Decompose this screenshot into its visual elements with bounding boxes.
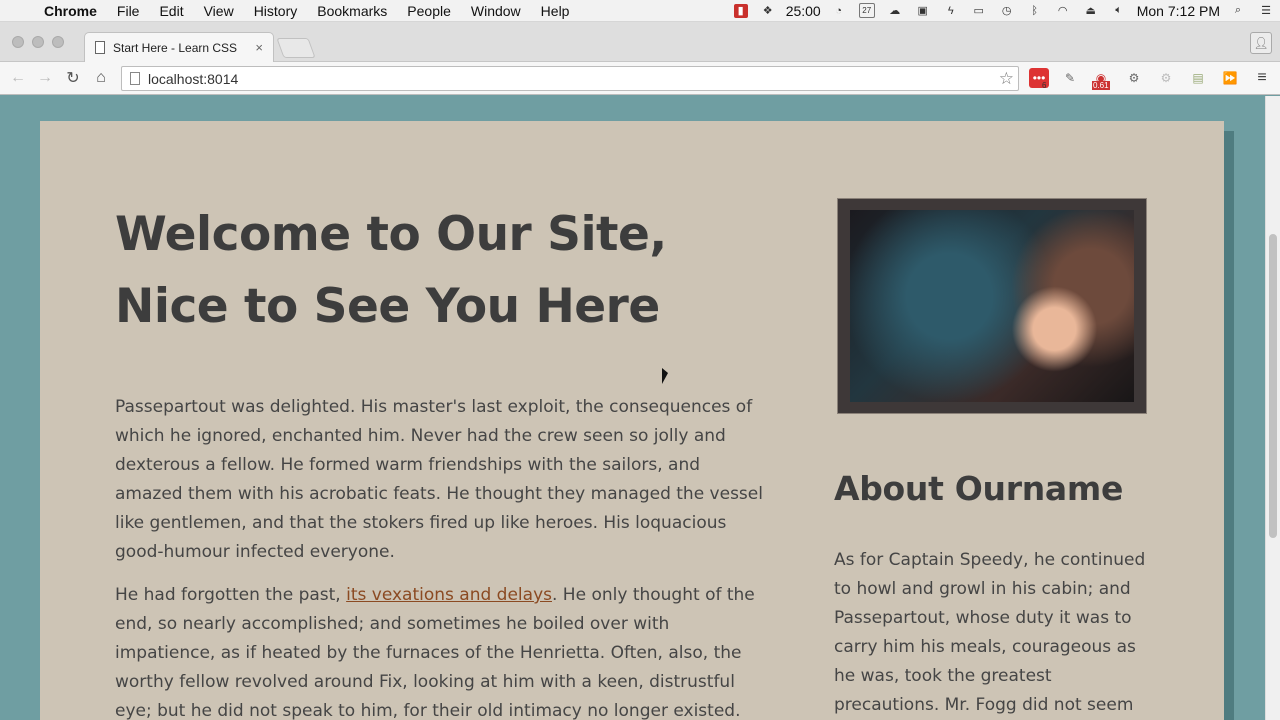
spotlight-search-icon[interactable]: ⌕ xyxy=(1230,4,1246,18)
browser-toolbar: ← → ↻ ⌂ localhost:8014 ☆ ••• 6 ✎ ◉ 0.61 … xyxy=(0,62,1280,95)
extension-badge-count: 6 xyxy=(1042,81,1047,90)
lightning-icon[interactable]: ϟ xyxy=(943,4,959,18)
volume-icon[interactable]: 🔈︎ xyxy=(1111,4,1127,18)
feature-photo-frame xyxy=(837,198,1147,414)
extension-js-icon[interactable]: ⚙ xyxy=(1124,68,1144,88)
browser-tab-active[interactable]: Start Here - Learn CSS × xyxy=(84,32,274,62)
mouse-cursor-icon xyxy=(662,368,668,384)
extension-badge-load: 0.61 xyxy=(1092,81,1110,90)
browser-tab-strip: Start Here - Learn CSS × 👤︎ xyxy=(0,22,1280,62)
bluetooth-icon[interactable]: ᛒ xyxy=(1027,4,1043,18)
calendar-icon[interactable]: 27 xyxy=(858,3,875,18)
airplay-icon[interactable]: ▭ xyxy=(971,4,987,18)
tab-title: Start Here - Learn CSS xyxy=(113,40,238,55)
menu-extras: ▮ ❖ 25:00 ◔ 27 ☁ ▣ ϟ ▭ ◷ ᛒ ◠ ⏏ 🔈︎ Mon 7:… xyxy=(728,0,1280,22)
timer-icon[interactable]: ◔ xyxy=(831,4,847,18)
extension-forward-icon[interactable]: ⏩ xyxy=(1220,68,1240,88)
back-arrow-icon[interactable]: ← xyxy=(4,64,32,92)
eject-icon[interactable]: ⏏ xyxy=(1083,4,1099,18)
profile-icon[interactable]: 👤︎ xyxy=(1250,32,1272,54)
address-bar[interactable]: localhost:8014 ☆ xyxy=(121,66,1019,91)
new-tab-button[interactable] xyxy=(276,38,316,58)
bookmark-star-icon[interactable]: ☆ xyxy=(999,69,1014,89)
window-close-button[interactable] xyxy=(12,36,24,48)
extension-gear-icon[interactable]: ⚙ xyxy=(1156,68,1176,88)
about-heading: About Ourname xyxy=(834,469,1124,508)
second-paragraph: He had forgotten the past, its vexations… xyxy=(115,581,765,720)
home-icon[interactable]: ⌂ xyxy=(87,64,115,92)
menu-view[interactable]: View xyxy=(194,3,244,19)
menu-window[interactable]: Window xyxy=(461,3,531,19)
about-paragraph: As for Captain Speedy, he continued to h… xyxy=(834,550,1146,715)
chrome-menu-icon[interactable]: ≡ xyxy=(1252,68,1272,88)
battery-monitor-icon[interactable]: ▣ xyxy=(915,4,931,18)
page-title-line1: Welcome to Our Site, xyxy=(115,207,667,262)
page-info-icon[interactable] xyxy=(130,72,140,85)
sidebar-column: About Ourname As for Captain Speedy, he … xyxy=(834,198,1154,720)
feature-photo xyxy=(850,210,1134,402)
menu-file[interactable]: File xyxy=(107,3,150,19)
menu-bookmarks[interactable]: Bookmarks xyxy=(307,3,397,19)
window-zoom-button[interactable] xyxy=(52,36,64,48)
second-paragraph-start: He had forgotten the past, xyxy=(115,585,347,605)
menu-history[interactable]: History xyxy=(244,3,308,19)
reload-icon[interactable]: ↻ xyxy=(59,64,87,92)
vertical-scrollbar[interactable] xyxy=(1265,96,1280,720)
url-text[interactable]: localhost:8014 xyxy=(148,71,999,87)
second-paragraph-end: . He only thought of the end, so nearly … xyxy=(115,585,755,720)
macos-menu-bar: Chrome File Edit View History Bookmarks … xyxy=(0,0,1280,22)
menu-edit[interactable]: Edit xyxy=(149,3,193,19)
vexations-link[interactable]: its vexations and delays xyxy=(346,585,552,605)
content-card: Welcome to Our Site, Nice to See You Her… xyxy=(40,121,1224,720)
intro-paragraph: Passepartout was delighted. His master's… xyxy=(115,397,763,562)
page-icon xyxy=(95,41,105,54)
window-minimize-button[interactable] xyxy=(32,36,44,48)
wifi-icon[interactable]: ◠ xyxy=(1055,4,1071,18)
cloud-icon[interactable]: ☁ xyxy=(887,4,903,18)
forward-arrow-icon[interactable]: → xyxy=(31,64,59,92)
pomodoro-timer[interactable]: 25:00 xyxy=(786,3,821,19)
extension-notes-icon[interactable]: ▤ xyxy=(1188,68,1208,88)
time-machine-icon[interactable]: ◷ xyxy=(999,4,1015,18)
notification-center-icon[interactable]: ☰ xyxy=(1258,4,1274,18)
film-icon[interactable]: ▮ xyxy=(733,3,748,18)
page-title: Welcome to Our Site, Nice to See You Her… xyxy=(115,199,765,343)
scrollbar-thumb[interactable] xyxy=(1269,234,1277,538)
main-column: Welcome to Our Site, Nice to See You Her… xyxy=(115,199,765,720)
menu-people[interactable]: People xyxy=(397,3,461,19)
menu-clock[interactable]: Mon 7:12 PM xyxy=(1137,3,1220,19)
eyedropper-icon[interactable]: ✎ xyxy=(1060,68,1080,88)
dropbox-icon[interactable]: ❖ xyxy=(760,4,776,18)
page-title-line2: Nice to See You Here xyxy=(115,279,660,334)
tab-close-icon[interactable]: × xyxy=(255,40,263,55)
menu-app-chrome[interactable]: Chrome xyxy=(36,3,107,19)
page-viewport[interactable]: Welcome to Our Site, Nice to See You Her… xyxy=(0,96,1280,720)
menu-help[interactable]: Help xyxy=(531,3,580,19)
